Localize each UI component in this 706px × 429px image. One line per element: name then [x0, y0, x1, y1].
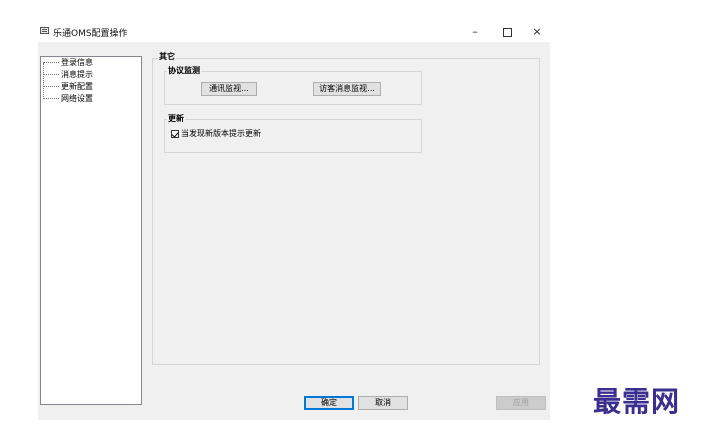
maximize-button[interactable]	[492, 22, 522, 42]
tree-branch	[43, 86, 59, 87]
title-bar[interactable]: 乐通OMS配置操作 – ×	[38, 22, 550, 42]
tree-item-message-prompt[interactable]: 消息提示	[43, 69, 93, 81]
tree-item-label: 更新配置	[61, 82, 93, 91]
close-button[interactable]: ×	[522, 22, 552, 42]
tree-item-label: 消息提示	[61, 70, 93, 79]
update-group-title: 更新	[167, 113, 185, 124]
app-icon	[40, 27, 49, 34]
maximize-icon	[502, 27, 512, 37]
cancel-button[interactable]: 取消	[358, 396, 408, 410]
settings-tree[interactable]: 登录信息 消息提示 更新配置 网络设置	[40, 56, 142, 405]
minimize-button[interactable]: –	[460, 22, 490, 42]
tree-item-update-config[interactable]: 更新配置	[43, 81, 93, 93]
tree-item-label: 登录信息	[61, 58, 93, 67]
panel-title: 其它	[158, 51, 176, 62]
tree-item-network-settings[interactable]: 网络设置	[43, 93, 93, 105]
update-prompt-checkbox[interactable]	[171, 129, 179, 138]
update-prompt-label: 当发现新版本提示更新	[181, 129, 261, 138]
apply-button[interactable]: 应用	[496, 396, 546, 410]
update-prompt-checkbox-row[interactable]: 当发现新版本提示更新	[171, 128, 261, 140]
tree-branch	[43, 62, 59, 63]
window-title: 乐通OMS配置操作	[53, 29, 128, 39]
comm-monitor-button[interactable]: 通讯监视...	[201, 82, 257, 96]
ok-button[interactable]: 确定	[304, 396, 354, 410]
tree-branch	[43, 98, 59, 99]
watermark-text: 最需网	[593, 385, 681, 418]
tree-item-login-info[interactable]: 登录信息	[43, 57, 93, 69]
visitor-message-monitor-button[interactable]: 访客消息监视...	[313, 82, 381, 96]
tree-item-label: 网络设置	[61, 94, 93, 103]
settings-window: 乐通OMS配置操作 – × 登录信息 消息提示 更新配置 网络设置 其它 协议监…	[38, 22, 550, 420]
tree-branch	[43, 74, 59, 75]
protocol-group-title: 协议监测	[167, 65, 201, 76]
